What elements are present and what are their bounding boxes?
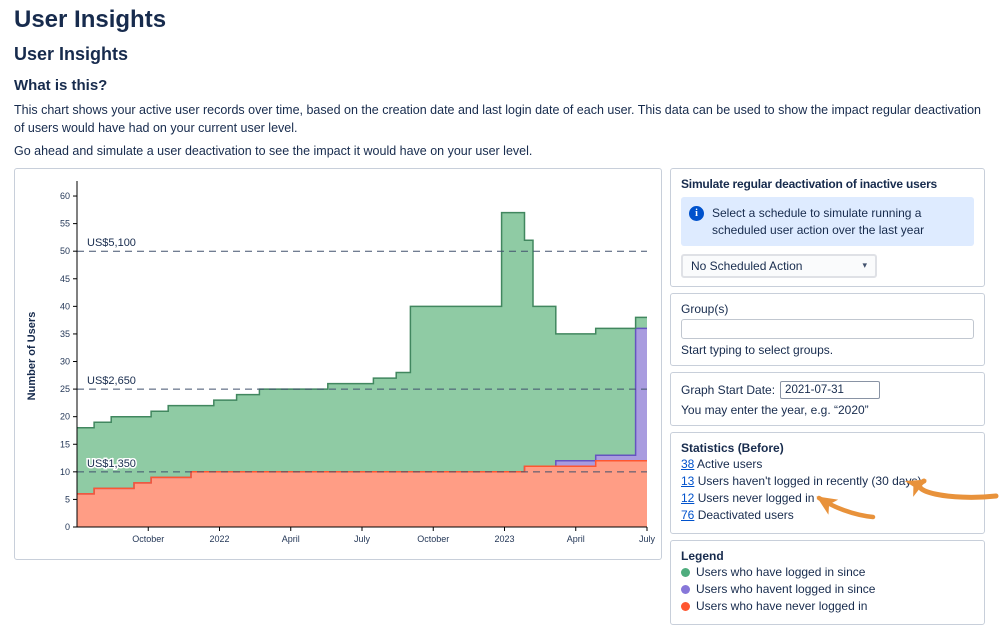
statistics-heading: Statistics (Before)	[681, 441, 974, 455]
statistic-label: Users never logged in	[698, 491, 815, 505]
svg-text:50: 50	[60, 247, 70, 257]
statistic-row: 12 Users never logged in	[681, 491, 974, 506]
user-activity-area-chart: US$5,100 US$2,650 US$1,350 0 5 10 15 20 25 30 35 40…	[21, 175, 655, 553]
description-line-2: Go ahead and simulate a user deactivatio…	[14, 142, 985, 160]
simulate-panel: Simulate regular deactivation of inactiv…	[670, 168, 985, 286]
svg-text:October: October	[132, 534, 164, 544]
legend-heading: Legend	[681, 549, 974, 563]
svg-text:April: April	[567, 534, 585, 544]
svg-text:October: October	[417, 534, 449, 544]
svg-text:15: 15	[60, 440, 70, 450]
start-date-panel: Graph Start Date: You may enter the year…	[670, 372, 985, 426]
statistic-label: Active users	[697, 457, 762, 471]
svg-text:2022: 2022	[209, 534, 229, 544]
statistic-label: Users haven't logged in recently (30 day…	[698, 474, 922, 488]
groups-panel: Group(s) Start typing to select groups.	[670, 293, 985, 366]
page: User Insights User Insights What is this…	[0, 0, 999, 625]
start-date-label: Graph Start Date:	[681, 383, 775, 397]
legend-label: Users who have logged in since	[696, 565, 865, 580]
legend-panel: Legend Users who have logged in sinceUse…	[670, 540, 985, 625]
svg-text:US$1,350: US$1,350	[87, 458, 136, 470]
svg-text:US$5,100: US$5,100	[87, 238, 136, 250]
groups-input[interactable]	[681, 319, 974, 339]
right-column: Simulate regular deactivation of inactiv…	[670, 168, 985, 624]
simulate-panel-heading: Simulate regular deactivation of inactiv…	[681, 177, 974, 191]
svg-text:45: 45	[60, 274, 70, 284]
svg-text:40: 40	[60, 302, 70, 312]
statistic-label: Deactivated users	[698, 508, 794, 522]
legend-label: Users who havent logged in since	[696, 582, 875, 597]
svg-text:5: 5	[65, 495, 70, 505]
legend-item: Users who have never logged in	[681, 599, 974, 614]
start-date-helper-text: You may enter the year, e.g. “2020”	[681, 403, 974, 417]
scheduled-action-select[interactable]: No Scheduled Action ▾	[681, 254, 877, 278]
svg-text:30: 30	[60, 357, 70, 367]
svg-text:55: 55	[60, 219, 70, 229]
statistic-row: 13 Users haven't logged in recently (30 …	[681, 474, 974, 489]
svg-text:2023: 2023	[494, 534, 514, 544]
content-columns: US$5,100 US$2,650 US$1,350 0 5 10 15 20 25 30 35 40…	[14, 168, 985, 624]
what-is-this-heading: What is this?	[14, 77, 985, 94]
legend-item: Users who havent logged in since	[681, 582, 974, 597]
groups-label: Group(s)	[681, 302, 974, 316]
section-title: User Insights	[14, 44, 985, 65]
svg-text:0: 0	[65, 522, 70, 532]
statistic-row: 76 Deactivated users	[681, 508, 974, 523]
svg-text:20: 20	[60, 412, 70, 422]
svg-text:July: July	[354, 534, 371, 544]
info-icon: i	[689, 206, 704, 221]
svg-text:April: April	[282, 534, 300, 544]
statistic-count-link[interactable]: 12	[681, 491, 694, 505]
description-line-1: This chart shows your active user record…	[14, 101, 985, 137]
statistic-count-link[interactable]: 76	[681, 508, 694, 522]
svg-text:25: 25	[60, 384, 70, 394]
statistic-row: 38 Active users	[681, 457, 974, 472]
legend-item: Users who have logged in since	[681, 565, 974, 580]
legend-color-dot	[681, 568, 690, 577]
statistics-panel: Statistics (Before) 38 Active users13 Us…	[670, 432, 985, 534]
statistics-list: 38 Active users13 Users haven't logged i…	[681, 457, 974, 523]
svg-text:60: 60	[60, 191, 70, 201]
svg-text:US$2,650: US$2,650	[87, 375, 136, 387]
start-date-input[interactable]	[780, 381, 880, 399]
legend-color-dot	[681, 585, 690, 594]
groups-helper-text: Start typing to select groups.	[681, 343, 974, 357]
svg-text:Number of Users: Number of Users	[26, 312, 38, 401]
info-message-box: i Select a schedule to simulate running …	[681, 197, 974, 245]
page-title: User Insights	[14, 6, 985, 34]
statistic-count-link[interactable]: 38	[681, 457, 694, 471]
user-chart-card: US$5,100 US$2,650 US$1,350 0 5 10 15 20 25 30 35 40…	[14, 168, 662, 560]
svg-text:July: July	[639, 534, 655, 544]
svg-text:35: 35	[60, 329, 70, 339]
legend-color-dot	[681, 602, 690, 611]
scheduled-action-selected-value: No Scheduled Action	[691, 259, 802, 273]
svg-text:10: 10	[60, 467, 70, 477]
legend-label: Users who have never logged in	[696, 599, 867, 614]
chevron-down-icon: ▾	[862, 260, 867, 271]
info-message-text: Select a schedule to simulate running a …	[712, 205, 966, 237]
legend-list: Users who have logged in since Users who …	[681, 565, 974, 614]
statistic-count-link[interactable]: 13	[681, 474, 694, 488]
